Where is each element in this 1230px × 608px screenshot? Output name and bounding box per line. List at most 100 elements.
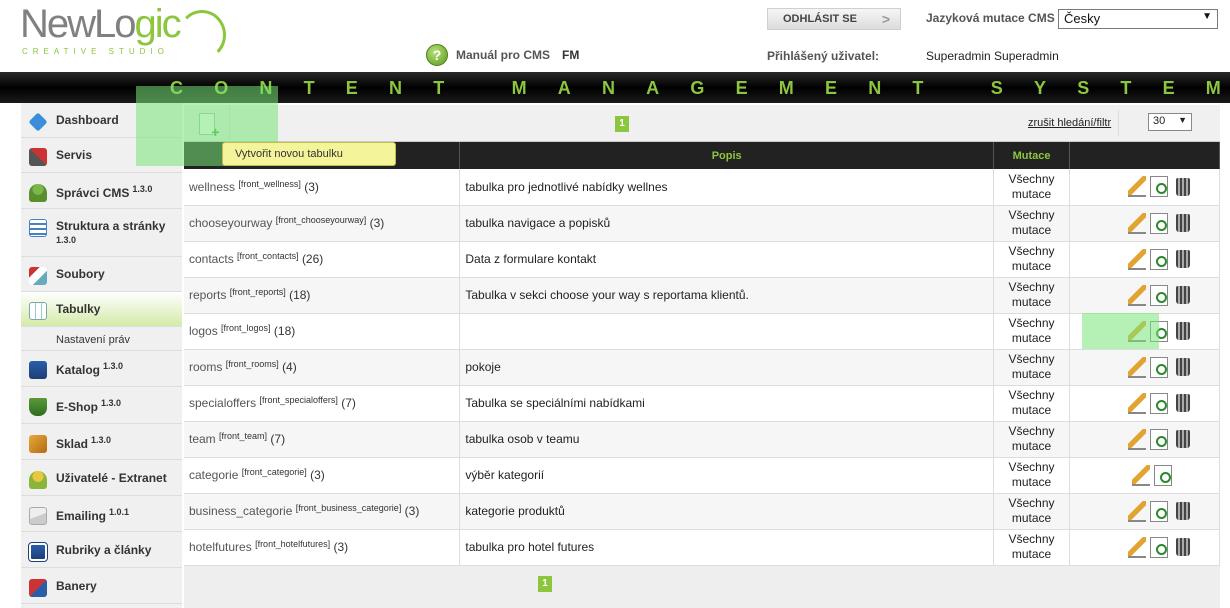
sidebar-item-emailing[interactable]: Emailing 1.0.1	[21, 496, 182, 532]
table-name-cell[interactable]: team [front_team] (7)	[184, 421, 461, 458]
table-actions	[1069, 493, 1220, 530]
edit-icon[interactable]	[1127, 392, 1146, 414]
table-mutace: Všechny mutace	[993, 349, 1071, 386]
manual-label[interactable]: Manuál pro CMS	[456, 48, 550, 62]
sidebar-item-label: Banery	[56, 579, 97, 593]
trash-icon[interactable]	[1175, 177, 1190, 196]
view-records-icon[interactable]	[1149, 176, 1168, 198]
sidebar-item-katalog[interactable]: Katalog 1.3.0	[21, 351, 182, 387]
table-code: [front_business_categorie]	[295, 503, 402, 513]
table-name[interactable]: logos	[189, 324, 218, 338]
view-records-icon[interactable]	[1149, 392, 1168, 414]
trash-icon[interactable]	[1175, 430, 1190, 448]
edit-icon[interactable]	[1131, 464, 1150, 486]
table-mutace: Všechny mutace	[993, 241, 1071, 278]
view-records-icon[interactable]	[1149, 356, 1168, 378]
table-name-cell[interactable]: business_categorie [front_business_categ…	[184, 493, 461, 530]
table-name-cell[interactable]: logos [front_logos] (18)	[184, 313, 461, 350]
view-records-icon[interactable]	[1149, 212, 1168, 234]
cancel-filter-link[interactable]: zrušit hledání/filtr	[1028, 117, 1111, 129]
sidebar-item-label: Struktura a stránky 1.3.0	[56, 219, 166, 245]
logout-button[interactable]: ODHLÁSIT SE >	[767, 8, 901, 30]
table-name-cell[interactable]: specialoffers [front_specialoffers] (7)	[184, 385, 461, 422]
table-mutace: Všechny mutace	[993, 421, 1071, 458]
manual-link[interactable]: ? Manuál pro CMS FM	[426, 44, 579, 66]
edit-icon[interactable]	[1127, 500, 1146, 522]
table-row: chooseyourway [front_chooseyourway] (3) t…	[184, 205, 1220, 242]
table-row: categorie [front_categorie] (3) výběr kat…	[184, 457, 1220, 494]
sidebar-item-label: Tabulky	[56, 302, 101, 316]
newlogic-logo[interactable]: NewLogic CREATIVE STUDIO	[20, 4, 226, 60]
trash-icon[interactable]	[1175, 214, 1190, 232]
sidebar-item-dashboard[interactable]: Dashboard	[21, 103, 182, 138]
sidebar-subitem-nastaveni-prav[interactable]: Nastavení práv	[21, 327, 182, 351]
sidebar-item-uzivatele-extranet[interactable]: Uživatelé - Extranet	[21, 460, 182, 496]
arrow-right-icon: >	[881, 11, 890, 27]
table-name-cell[interactable]: rooms [front_rooms] (4)	[184, 349, 461, 386]
sidebar-item-tabulky[interactable]: Tabulky	[21, 292, 182, 327]
per-page-select[interactable]: 30 ▼	[1148, 113, 1192, 131]
table-name[interactable]: hotelfutures	[189, 540, 252, 554]
view-records-icon[interactable]	[1149, 536, 1168, 558]
edit-icon[interactable]	[1127, 428, 1146, 450]
table-name-cell[interactable]: hotelfutures [front_hotelfutures] (3)	[184, 529, 461, 566]
trash-icon[interactable]	[1175, 538, 1190, 556]
sidebar-item-eshop[interactable]: E-Shop 1.3.0	[21, 387, 182, 424]
trash-icon[interactable]	[1175, 394, 1190, 412]
tools-icon	[29, 148, 47, 166]
sidebar-item-spravci-cms[interactable]: Správci CMS 1.3.0	[21, 173, 182, 209]
edit-icon[interactable]	[1127, 212, 1146, 234]
new-table-button[interactable]	[184, 105, 230, 142]
edit-icon[interactable]	[1127, 536, 1146, 558]
table-description: Data z formulare kontakt	[459, 241, 995, 278]
language-select[interactable]: Česky ▼	[1058, 9, 1218, 29]
view-records-icon[interactable]	[1149, 428, 1168, 450]
view-records-icon[interactable]	[1153, 464, 1172, 486]
edit-icon[interactable]	[1127, 356, 1146, 378]
table-name-cell[interactable]: contacts [front_contacts] (26)	[184, 241, 461, 278]
table-name[interactable]: business_categorie	[189, 504, 292, 518]
sidebar-item-sklad[interactable]: Sklad 1.3.0	[21, 424, 182, 460]
mutace-line2: mutace	[1011, 475, 1052, 489]
trash-icon[interactable]	[1175, 502, 1190, 520]
edit-icon[interactable]	[1127, 248, 1146, 270]
help-icon[interactable]: ?	[426, 44, 448, 66]
table-name[interactable]: categorie	[189, 468, 238, 482]
fm-link[interactable]: FM	[562, 48, 579, 62]
table-name[interactable]: contacts	[189, 252, 234, 266]
table-name[interactable]: chooseyourway	[189, 216, 272, 230]
logout-label: ODHLÁSIT SE	[783, 13, 857, 25]
col-header-actions	[1069, 142, 1220, 169]
sidebar-item-soubory[interactable]: Soubory	[21, 257, 182, 292]
edit-icon[interactable]	[1127, 284, 1146, 306]
table-name-cell[interactable]: categorie [front_categorie] (3)	[184, 457, 461, 494]
trash-icon[interactable]	[1175, 286, 1190, 304]
table-description: Tabulka v sekci choose your way s report…	[459, 277, 995, 314]
table-name[interactable]: team	[189, 432, 216, 446]
table-name-cell[interactable]: wellness [front_wellness] (3)	[184, 169, 461, 206]
sidebar-item-servis[interactable]: Servis	[21, 138, 182, 173]
table-name[interactable]: rooms	[189, 360, 222, 374]
view-records-icon[interactable]	[1149, 284, 1168, 306]
table-name[interactable]: wellness	[189, 180, 235, 194]
edit-icon[interactable]	[1127, 320, 1146, 342]
table-name[interactable]: specialoffers	[189, 396, 256, 410]
trash-icon[interactable]	[1175, 358, 1190, 376]
trash-icon[interactable]	[1175, 250, 1190, 268]
pagination-bottom-page[interactable]: 1	[538, 576, 552, 592]
mutace-line1: Všechny	[1008, 460, 1055, 474]
table-description: tabulka pro jednotlivé nabídky wellnes	[459, 169, 995, 206]
view-records-icon[interactable]	[1149, 248, 1168, 270]
sidebar-item-rubriky-a-clanky[interactable]: Rubriky a články	[21, 532, 182, 568]
table-row-count: (18)	[289, 288, 311, 302]
table-name[interactable]: reports	[189, 288, 226, 302]
pagination-top-page[interactable]: 1	[615, 116, 629, 132]
table-name-cell[interactable]: chooseyourway [front_chooseyourway] (3)	[184, 205, 461, 242]
trash-icon[interactable]	[1175, 322, 1190, 340]
table-name-cell[interactable]: reports [front_reports] (18)	[184, 277, 461, 314]
view-records-icon[interactable]	[1149, 320, 1168, 342]
sidebar-item-banery[interactable]: Banery	[21, 568, 182, 604]
edit-icon[interactable]	[1127, 176, 1146, 198]
sidebar-item-struktura[interactable]: Struktura a stránky 1.3.0	[21, 209, 182, 257]
view-records-icon[interactable]	[1149, 500, 1168, 522]
